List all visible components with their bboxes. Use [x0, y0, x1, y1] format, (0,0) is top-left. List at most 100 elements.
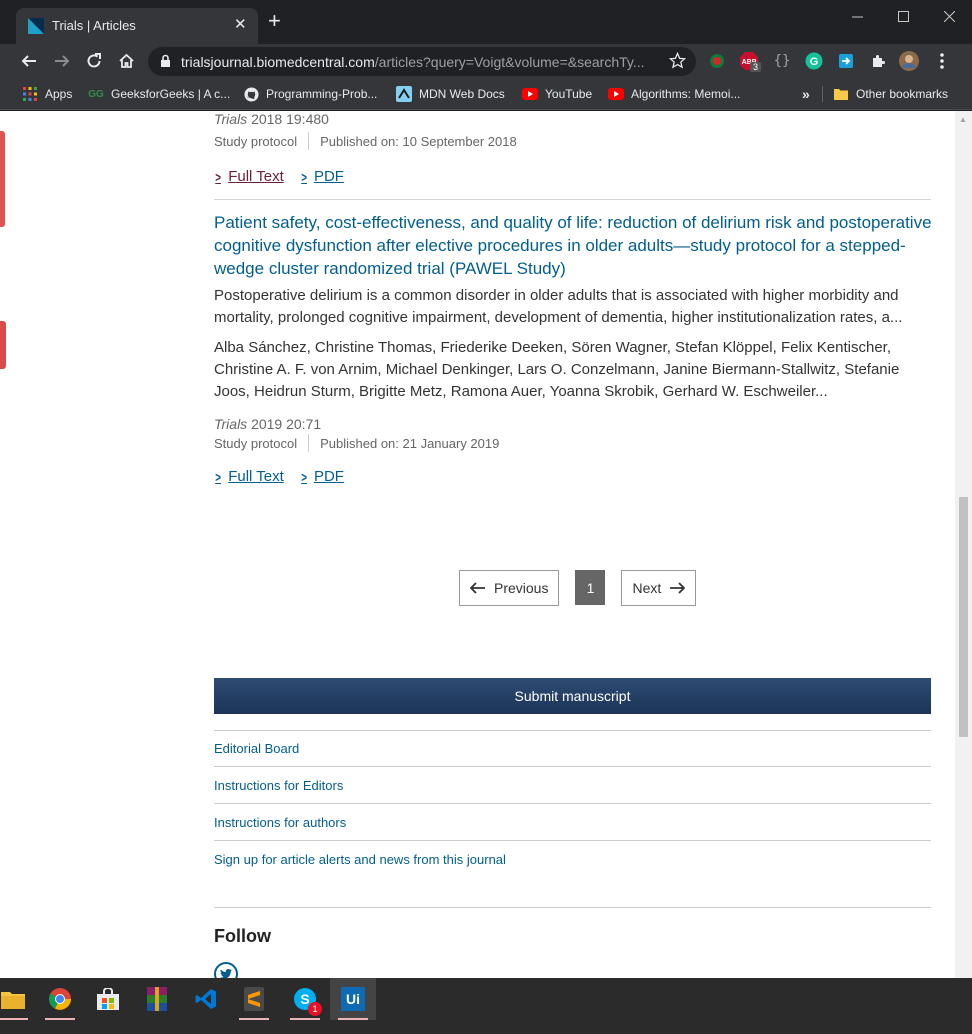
bookmark-label: Other bookmarks — [856, 87, 949, 101]
maximize-icon[interactable] — [880, 0, 926, 32]
extension-share-icon[interactable] — [836, 51, 856, 71]
next-page-button[interactable]: Next — [621, 570, 697, 606]
grammarly-icon[interactable]: G — [804, 51, 824, 71]
article-links: > Full Text > PDF — [214, 468, 932, 485]
bookmark-label: Algorithms: Memoi... — [631, 87, 741, 101]
new-tab-icon[interactable]: + — [268, 10, 281, 32]
adblock-badge: 3 — [750, 62, 762, 72]
journal-name: Trials — [214, 111, 248, 127]
article-type: Study protocol — [214, 435, 298, 451]
winrar-icon — [147, 987, 167, 1011]
close-window-icon[interactable] — [926, 0, 972, 32]
chevron-right-icon: > — [215, 168, 221, 185]
taskbar-uipath[interactable]: Ui — [330, 978, 376, 1020]
scroll-up-icon[interactable]: ▲ — [959, 115, 967, 124]
page-viewport[interactable]: Trials 2018 19:480 Study protocol Publis… — [0, 111, 972, 978]
bookmark-youtube[interactable]: YouTube — [522, 85, 592, 103]
taskbar-chrome[interactable] — [37, 978, 83, 1020]
full-text-link[interactable]: > Full Text — [214, 468, 284, 485]
article-divider — [214, 199, 931, 200]
instructions-authors-link[interactable]: Instructions for authors — [214, 804, 931, 841]
bookmark-label: YouTube — [545, 87, 593, 101]
pdf-label: PDF — [313, 468, 344, 485]
vscode-icon — [195, 989, 216, 1009]
taskbar-skype[interactable]: S 1 — [282, 978, 328, 1020]
svg-text:G: G — [810, 56, 819, 68]
bookmark-label: GeeksforGeeks | A c... — [111, 87, 231, 101]
profile-avatar-icon[interactable] — [899, 51, 919, 71]
pdf-link[interactable]: > PDF — [300, 168, 344, 185]
extension-red-dot-icon[interactable] — [707, 51, 727, 71]
article-snippet: Postoperative delirium is a common disor… — [214, 287, 903, 326]
bookmark-label: Apps — [45, 87, 73, 101]
forward-arrow-icon[interactable] — [49, 48, 75, 74]
article-alerts-link[interactable]: Sign up for article alerts and news from… — [214, 841, 931, 878]
bookmark-label: Programming-Prob... — [266, 87, 378, 101]
left-edge — [0, 111, 8, 978]
page-scrollbar[interactable]: ▲ — [955, 111, 972, 978]
arrow-right-icon — [670, 582, 686, 594]
bookmark-programming[interactable]: Programming-Prob... — [243, 85, 377, 103]
bookmark-star-icon[interactable] — [669, 52, 686, 69]
bookmark-apps[interactable]: Apps — [22, 85, 72, 103]
tab-close-icon[interactable]: ✕ — [234, 15, 247, 33]
store-bag-icon — [97, 988, 119, 1010]
chevron-right-icon: > — [215, 468, 221, 485]
reload-icon[interactable] — [81, 48, 107, 74]
bookmark-geeksforgeeks[interactable]: GG GeeksforGeeks | A c... — [88, 85, 230, 103]
submit-manuscript-button[interactable]: Submit manuscript — [214, 678, 931, 714]
pagination: Previous 1 Next — [459, 570, 697, 606]
journal-links: Editorial Board Instructions for Editors… — [214, 730, 931, 878]
browser-menu-icon[interactable] — [932, 51, 952, 71]
back-arrow-icon[interactable] — [16, 48, 42, 74]
article-type: Study protocol — [214, 133, 298, 149]
skype-badge: 1 — [308, 1002, 322, 1016]
trials-favicon-icon — [28, 18, 44, 34]
minimize-icon[interactable] — [834, 0, 880, 32]
bookmarks-overflow-chevron[interactable]: » — [802, 85, 810, 103]
pdf-label: PDF — [313, 168, 344, 185]
github-icon — [243, 86, 259, 102]
bookmark-algorithms[interactable]: Algorithms: Memoi... — [608, 85, 740, 103]
taskbar-store[interactable] — [85, 978, 131, 1020]
chrome-icon — [49, 988, 71, 1010]
scrollbar-thumb[interactable] — [959, 497, 968, 737]
bookmark-other[interactable]: Other bookmarks — [833, 85, 948, 103]
citation-ref: 2019 20:71 — [251, 416, 322, 432]
taskbar-sublime[interactable] — [231, 978, 277, 1020]
full-text-label: Full Text — [228, 468, 284, 485]
meta-divider — [308, 132, 310, 150]
journal-citation: Trials 2018 19:480 — [214, 111, 329, 127]
page-number-current[interactable]: 1 — [575, 570, 606, 605]
uipath-icon: Ui — [341, 987, 365, 1011]
url-host: trialsjournal.biomedcentral.com — [181, 54, 375, 70]
editorial-board-link[interactable]: Editorial Board — [214, 730, 931, 767]
meta-divider — [308, 434, 310, 452]
next-label: Next — [632, 580, 662, 596]
article-links: > Full Text > PDF — [214, 168, 344, 185]
json-viewer-icon[interactable]: {} — [772, 51, 792, 71]
bookmarks-bar: Apps GG GeeksforGeeks | A c... Programmi… — [0, 78, 972, 110]
extensions-puzzle-icon[interactable] — [868, 51, 888, 71]
full-text-label: Full Text — [228, 168, 284, 185]
article-title-link[interactable]: Patient safety, cost-effectiveness, and … — [214, 211, 932, 280]
journal-citation: Trials 2019 20:71 — [214, 416, 932, 432]
citation-ref: 2018 19:480 — [251, 111, 329, 127]
home-icon[interactable] — [113, 48, 139, 74]
article-authors: Alba Sánchez, Christine Thomas, Friederi… — [214, 339, 900, 400]
bookmark-mdn[interactable]: MDN Web Docs — [396, 85, 505, 103]
pdf-link[interactable]: > PDF — [300, 468, 344, 485]
twitter-icon[interactable] — [214, 962, 238, 978]
arrow-left-icon — [470, 582, 485, 594]
address-bar[interactable]: trialsjournal.biomedcentral.com/articles… — [148, 47, 696, 76]
url-text: trialsjournal.biomedcentral.com/articles… — [181, 54, 645, 70]
taskbar-file-explorer[interactable] — [0, 978, 36, 1020]
browser-tab[interactable]: Trials | Articles ✕ — [16, 8, 258, 44]
adblock-icon[interactable]: ABP 3 — [739, 51, 762, 72]
previous-page-button[interactable]: Previous — [459, 570, 560, 606]
instructions-editors-link[interactable]: Instructions for Editors — [214, 767, 931, 804]
taskbar-vscode[interactable] — [183, 978, 229, 1020]
browser-toolbar: trialsjournal.biomedcentral.com/articles… — [0, 44, 972, 78]
taskbar-winrar[interactable] — [134, 978, 180, 1020]
full-text-link[interactable]: > Full Text — [214, 168, 284, 185]
